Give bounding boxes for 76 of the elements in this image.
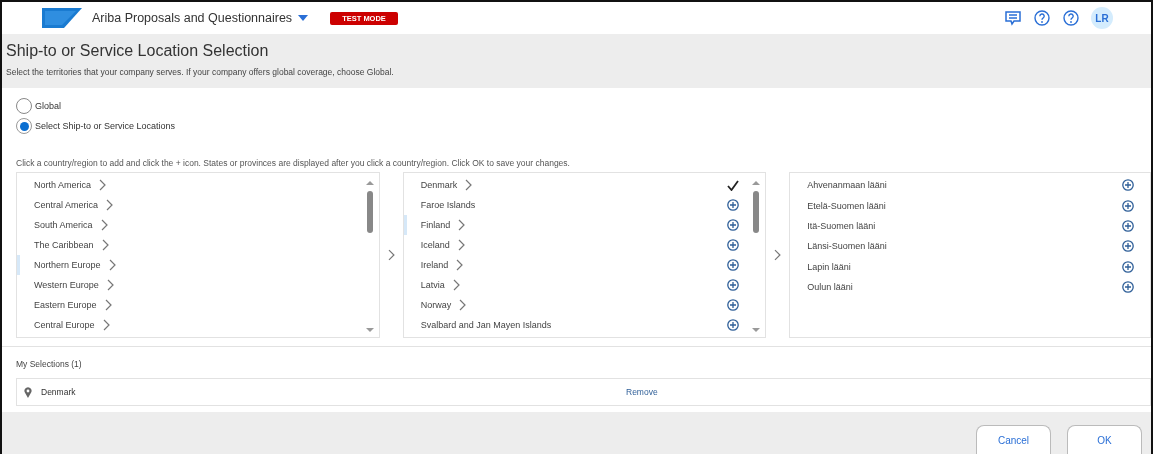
- add-icon[interactable]: [1122, 260, 1134, 273]
- list-item[interactable]: South America: [17, 215, 365, 235]
- help-icon[interactable]: [1034, 10, 1050, 26]
- item-label: Itä-Suomen lääni: [807, 220, 876, 231]
- item-label: Western Europe: [34, 280, 99, 290]
- item-label: Länsi-Suomen lääni: [807, 241, 887, 252]
- item-label: Etelä-Suomen lääni: [807, 200, 886, 211]
- item-label: North America: [34, 180, 92, 190]
- add-icon[interactable]: [1122, 219, 1134, 232]
- location-pin-icon: [24, 386, 32, 398]
- list-item[interactable]: Western Europe: [17, 275, 365, 295]
- list-item[interactable]: Etelä-Suomen lääni: [790, 195, 1146, 216]
- radio-label[interactable]: Select Ship-to or Service Locations: [35, 121, 176, 131]
- list-item[interactable]: Northern Europe: [17, 255, 365, 275]
- item-label: Faroe Islands: [420, 200, 476, 210]
- page-description: Select the territories that your company serves. If your company offers global coverage, choose Global.: [6, 67, 395, 77]
- item-label: Ireland: [420, 260, 449, 270]
- sap-logo: [42, 8, 82, 28]
- item-label: Norway: [420, 300, 452, 310]
- item-label: Oulun lääni: [807, 282, 853, 293]
- item-label: Iceland: [420, 240, 450, 250]
- footer-button[interactable]: OK: [1067, 425, 1142, 454]
- instruction-text: Click a country/region to add and click the + icon. States or provinces are displayed after you click a country/region. Click OK to save your changes.: [15, 157, 571, 170]
- list-item[interactable]: Eastern Europe: [17, 295, 365, 315]
- list-item[interactable]: Central Europe: [17, 315, 365, 335]
- item-label: Central America: [34, 200, 99, 210]
- caret-icon[interactable]: [298, 15, 309, 21]
- list-item[interactable]: Lapin lääni: [790, 256, 1146, 277]
- help-icon[interactable]: [1063, 10, 1079, 26]
- list-item[interactable]: Svalbard and Jan Mayen Islands: [403, 315, 752, 335]
- list-item[interactable]: The Caribbean: [17, 235, 365, 255]
- add-icon[interactable]: [727, 259, 740, 271]
- list-item[interactable]: Ahvenanmaan lääni: [790, 175, 1146, 196]
- item-label: Denmark: [420, 180, 458, 190]
- page-title: Ship-to or Service Location Selection: [6, 42, 270, 60]
- list-item[interactable]: Oulun lääni: [790, 276, 1146, 298]
- list-item[interactable]: Norway: [403, 295, 752, 315]
- item-label: Svalbard and Jan Mayen Islands: [420, 320, 552, 330]
- list-item[interactable]: Itä-Suomen lääni: [790, 215, 1146, 237]
- item-label: Finland: [420, 220, 451, 230]
- item-label: Northern Europe: [34, 260, 101, 270]
- section-title: My Selections (1): [16, 359, 83, 369]
- chat-icon[interactable]: [1005, 10, 1021, 26]
- item-label: The Caribbean: [34, 240, 94, 250]
- add-icon[interactable]: [727, 299, 740, 311]
- list-item[interactable]: Denmark: [403, 175, 752, 195]
- item-label: Eastern Europe: [34, 300, 97, 310]
- app-title[interactable]: Ariba Proposals and Questionnaires: [92, 11, 293, 25]
- item-label: Lapin lääni: [807, 261, 851, 272]
- chevron-right-icon: [387, 249, 395, 261]
- add-icon[interactable]: [727, 219, 740, 231]
- remove-link[interactable]: Remove: [626, 387, 658, 397]
- list-item[interactable]: Latvia: [403, 275, 752, 295]
- chevron-right-icon: [774, 249, 782, 261]
- add-icon[interactable]: [727, 279, 740, 291]
- add-icon[interactable]: [1122, 179, 1134, 192]
- item-label: Central Europe: [34, 320, 95, 330]
- add-icon[interactable]: [1122, 240, 1134, 253]
- list-item[interactable]: Faroe Islands: [403, 195, 752, 215]
- list-item[interactable]: Ireland: [403, 255, 752, 275]
- list-item[interactable]: Länsi-Suomen lääni: [790, 236, 1146, 257]
- radio-label[interactable]: Global: [35, 101, 61, 111]
- footer-button[interactable]: Cancel: [976, 425, 1051, 454]
- list-item[interactable]: North America: [17, 175, 365, 195]
- selection-name: Denmark: [41, 387, 77, 397]
- add-icon[interactable]: [1122, 281, 1134, 294]
- list-item[interactable]: Iceland: [403, 235, 752, 255]
- add-icon[interactable]: [727, 319, 740, 331]
- add-icon[interactable]: [727, 239, 740, 251]
- item-label: Ahvenanmaan lääni: [807, 180, 887, 191]
- add-icon[interactable]: [727, 199, 740, 211]
- item-label: Latvia: [420, 280, 445, 290]
- add-icon[interactable]: [1122, 199, 1134, 212]
- list-item[interactable]: Central America: [17, 195, 365, 215]
- item-label: South America: [34, 220, 93, 230]
- user-avatar[interactable]: LR: [1091, 7, 1113, 29]
